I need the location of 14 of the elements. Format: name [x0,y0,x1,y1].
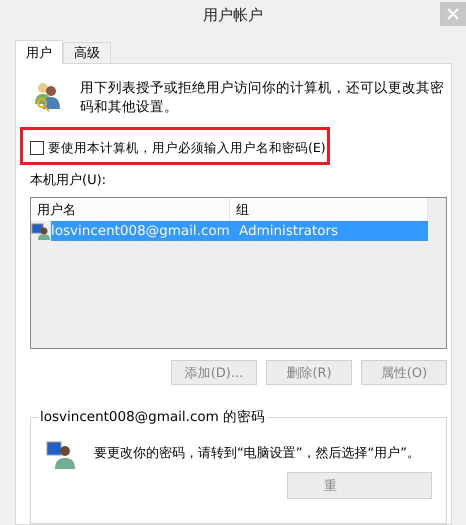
checkbox-label[interactable]: 要使用本计算机，用户必须输入用户名和密码(E) [48,140,326,156]
close-icon [447,8,459,20]
users-key-icon [32,80,62,112]
description-text: 用下列表授予或拒绝用户访问你的计算机，还可以更改其密码和其他设置。 [80,79,445,117]
tab[interactable]: 用户 [15,40,63,64]
group-title: losvincent008@gmail.com 的密码 [38,408,268,426]
window-title: 用户帐户 [203,6,263,24]
tab[interactable]: 高级 [63,42,111,63]
list-label: 本机用户(U): [30,172,108,189]
table-cell-text: losvincent008@gmail.com [51,223,231,239]
table-cell-text: Administrators [238,223,338,239]
checkbox[interactable] [30,141,44,155]
password-hint: 要更改你的密码，请转到“电脑设置”，然后选择“用户”。 [94,445,420,462]
user-monitor-icon [46,440,78,470]
